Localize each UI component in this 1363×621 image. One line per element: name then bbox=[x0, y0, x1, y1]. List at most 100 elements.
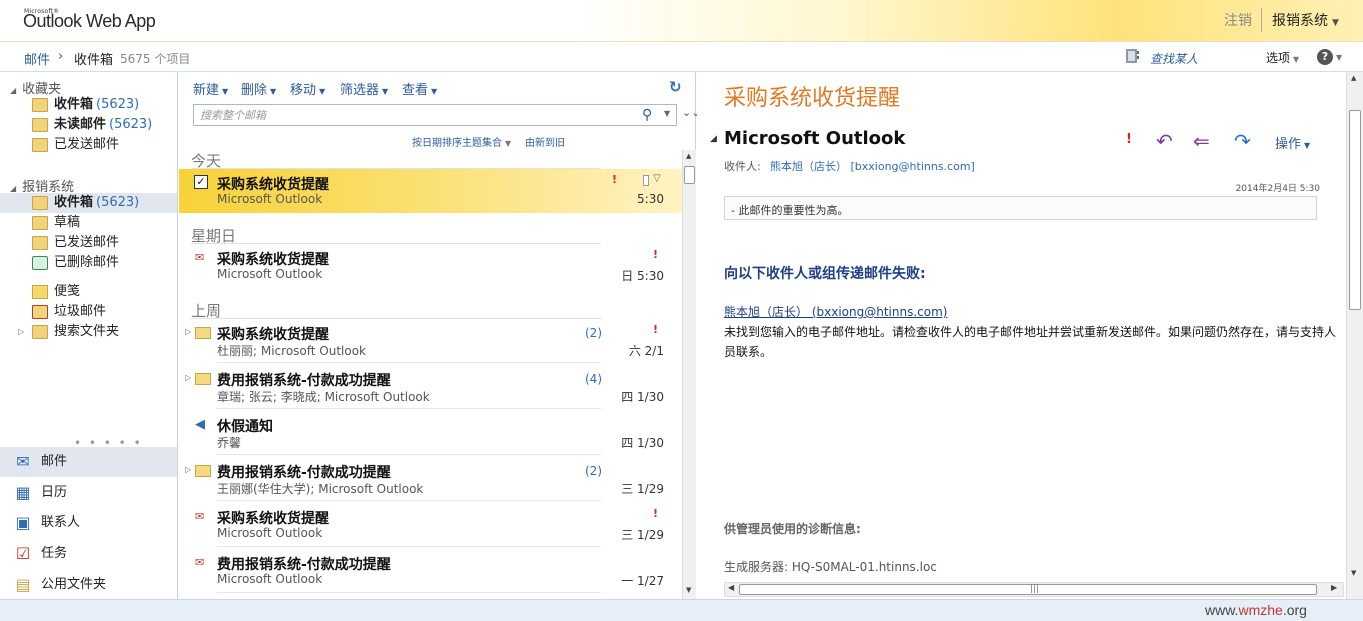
folder-notes[interactable]: 便笺 bbox=[0, 282, 177, 302]
folder-label: 已发送邮件 bbox=[54, 137, 120, 152]
failed-recipient-link[interactable]: 熊本旭（店长） (bxxiong@htinns.com) bbox=[724, 303, 947, 320]
expand-triangle-icon[interactable]: ▷ bbox=[185, 465, 191, 474]
message-row-selected[interactable]: ✓ 采购系统收货提醒 Microsoft Outlook ! ▽ 5:30 bbox=[179, 169, 682, 213]
scrollbar-thumb[interactable] bbox=[1349, 110, 1361, 310]
scroll-down-icon[interactable]: ▼ bbox=[686, 586, 691, 594]
reply-all-icon[interactable]: ⇐ bbox=[1193, 129, 1210, 153]
filter-icon[interactable]: ▽ bbox=[653, 173, 661, 184]
chevron-down-icon[interactable]: ▼ bbox=[1336, 53, 1342, 62]
fav-sent-items[interactable]: 已发送邮件 bbox=[0, 135, 177, 155]
message-row[interactable]: ✉ 费用报销系统-付款成功提醒 Microsoft Outlook 一 1/27 bbox=[179, 549, 682, 593]
folder-inbox[interactable]: 收件箱 (5623) bbox=[0, 193, 177, 213]
message-sender: Microsoft Outlook bbox=[217, 572, 323, 586]
message-sender: 章瑞; 张云; 李晓成; Microsoft Outlook bbox=[217, 390, 430, 404]
new-button[interactable]: 新建 ▼ bbox=[193, 79, 228, 98]
reading-vertical-scrollbar[interactable]: ▲ ▼ bbox=[1346, 72, 1363, 599]
address-book-icon[interactable] bbox=[1124, 48, 1140, 64]
list-toolbar: 新建 ▼ 删除 ▼ 移动 ▼ 筛选器 ▼ 查看 ▼ ↻ bbox=[179, 72, 696, 100]
grip-icon: ||| bbox=[1030, 584, 1040, 594]
body-text: 未找到您输入的电子邮件地址。请检查收件人的电子邮件地址并尝试重新发送邮件。如果问… bbox=[724, 325, 1337, 359]
search-input[interactable] bbox=[200, 108, 630, 122]
actions-menu[interactable]: 操作 ▼ bbox=[1275, 133, 1310, 152]
sent-folder-icon bbox=[32, 236, 48, 250]
high-importance-icon: ! bbox=[653, 323, 659, 336]
conversation-count: (2) bbox=[585, 464, 602, 478]
notes-folder-icon bbox=[32, 285, 48, 299]
folder-search-folders[interactable]: 搜索文件夹 bbox=[0, 322, 177, 342]
message-row[interactable]: ▷ 费用报销系统-付款成功提醒 王丽娜(华住大学); Microsoft Out… bbox=[179, 457, 682, 501]
folder-sent[interactable]: 已发送邮件 bbox=[0, 233, 177, 253]
checkbox-icon[interactable]: ✓ bbox=[194, 175, 208, 189]
junk-folder-icon bbox=[32, 305, 48, 319]
breadcrumb-mail[interactable]: 邮件 bbox=[24, 49, 50, 68]
message-row[interactable]: ◀ 休假通知 乔馨 四 1/30 bbox=[179, 411, 682, 455]
view-button[interactable]: 查看 ▼ bbox=[402, 79, 437, 98]
chevron-down-icon: ▼ bbox=[382, 87, 389, 96]
module-calendar[interactable]: ▦ 日历 bbox=[0, 478, 177, 508]
refresh-icon[interactable]: ↻ bbox=[669, 78, 682, 96]
expand-triangle-icon[interactable]: ▷ bbox=[185, 327, 191, 336]
help-icon[interactable]: ? bbox=[1317, 49, 1333, 65]
divider bbox=[217, 408, 601, 409]
message-row[interactable]: ✉ 采购系统收货提醒 Microsoft Outlook ! 三 1/29 bbox=[179, 503, 682, 547]
divider bbox=[217, 592, 601, 593]
module-mail[interactable]: ✉ 邮件 bbox=[0, 447, 177, 477]
message-row[interactable]: ▷ 费用报销系统-付款成功提醒 章瑞; 张云; 李晓成; Microsoft O… bbox=[179, 365, 682, 409]
message-time: 日 5:30 bbox=[621, 269, 664, 283]
scroll-left-icon[interactable]: ◀ bbox=[728, 583, 734, 592]
tasks-icon: ☑ bbox=[15, 544, 31, 563]
recipient-link[interactable]: 熊本旭（店长） [bxxiong@htinns.com] bbox=[770, 158, 975, 174]
user-menu[interactable]: 报销系统 ▼ bbox=[1272, 10, 1339, 30]
reading-horizontal-scrollbar[interactable]: ◀ ||| ▶ bbox=[724, 582, 1344, 597]
message-sender: 乔馨 bbox=[217, 436, 242, 450]
reply-icon[interactable]: ↶ bbox=[1156, 129, 1173, 153]
find-person-input[interactable]: 查找某人 bbox=[1150, 50, 1198, 67]
message-row[interactable]: ✉ 采购系统收货提醒 Microsoft Outlook ! 日 5:30 bbox=[179, 244, 682, 288]
expand-triangle-icon[interactable]: ▷ bbox=[185, 373, 191, 382]
scroll-right-icon[interactable]: ▶ bbox=[1331, 583, 1337, 592]
scroll-up-icon[interactable]: ▲ bbox=[686, 152, 691, 160]
move-button[interactable]: 移动 ▼ bbox=[290, 79, 325, 98]
high-importance-icon: ! bbox=[653, 248, 659, 261]
folder-junk[interactable]: 垃圾邮件 bbox=[0, 302, 177, 322]
scroll-up-icon[interactable]: ▲ bbox=[1351, 74, 1356, 82]
sort-by-menu[interactable]: 按日期排序主题集合 ▼ bbox=[412, 134, 511, 149]
options-menu[interactable]: 选项 ▼ bbox=[1266, 49, 1299, 66]
watermark: www.wmzhe.org bbox=[1205, 602, 1307, 618]
chevron-down-icon: ▼ bbox=[1332, 18, 1339, 28]
chevron-down-icon: ▼ bbox=[1293, 55, 1300, 64]
fav-inbox[interactable]: 收件箱 (5623) bbox=[0, 95, 177, 115]
search-icon[interactable]: ⚲ bbox=[642, 107, 652, 123]
message-sender: Microsoft Outlook bbox=[217, 526, 323, 540]
filter-button[interactable]: 筛选器 ▼ bbox=[340, 79, 388, 98]
message-row[interactable]: ▷ 采购系统收货提醒 杜丽丽; Microsoft Outlook (2) ! … bbox=[179, 319, 682, 363]
notice-text: - 此邮件的重要性为高。 bbox=[731, 204, 849, 217]
chevron-right-icon: › bbox=[58, 49, 64, 64]
scrollbar-thumb[interactable] bbox=[684, 166, 695, 184]
app-logo: Outlook Web App bbox=[23, 11, 156, 31]
folder-drafts[interactable]: 草稿 bbox=[0, 213, 177, 233]
message-list-scrollbar[interactable]: ▲ ▼ bbox=[682, 150, 696, 599]
chevron-down-icon: ▼ bbox=[319, 87, 326, 96]
folder-pane: ◢ 收藏夹 收件箱 (5623) 未读邮件 (5623) 已发送邮件 ◢ 报销系统 收件… bbox=[0, 72, 178, 599]
signout-link[interactable]: 注销 bbox=[1224, 10, 1252, 30]
undeliverable-icon: ✉ bbox=[195, 251, 205, 264]
undeliverable-icon: ✉ bbox=[195, 556, 205, 569]
chevron-down-icon: ▼ bbox=[270, 87, 277, 96]
sent-folder-icon bbox=[32, 138, 48, 152]
sort-order-toggle[interactable]: 由新到旧 bbox=[525, 134, 565, 149]
module-public-folders[interactable]: ▤ 公用文件夹 bbox=[0, 570, 177, 600]
forward-icon[interactable]: ↷ bbox=[1234, 129, 1251, 153]
scroll-down-icon[interactable]: ▼ bbox=[1351, 569, 1356, 577]
module-contacts[interactable]: ▣ 联系人 bbox=[0, 508, 177, 538]
body-heading: 向以下收件人或组传递邮件失败: bbox=[724, 266, 926, 282]
scrollbar-thumb[interactable]: ||| bbox=[739, 584, 1317, 595]
module-tasks[interactable]: ☑ 任务 bbox=[0, 539, 177, 569]
collapse-triangle-icon[interactable]: ◢ bbox=[710, 134, 717, 144]
fav-unread-mail[interactable]: 未读邮件 (5623) bbox=[0, 115, 177, 135]
delete-button[interactable]: 删除 ▼ bbox=[241, 79, 276, 98]
chevron-down-icon[interactable]: ▼ bbox=[664, 109, 670, 118]
mail-icon: ✉ bbox=[16, 452, 30, 471]
folder-deleted[interactable]: 已删除邮件 bbox=[0, 253, 177, 273]
flag-icon[interactable] bbox=[643, 175, 649, 186]
